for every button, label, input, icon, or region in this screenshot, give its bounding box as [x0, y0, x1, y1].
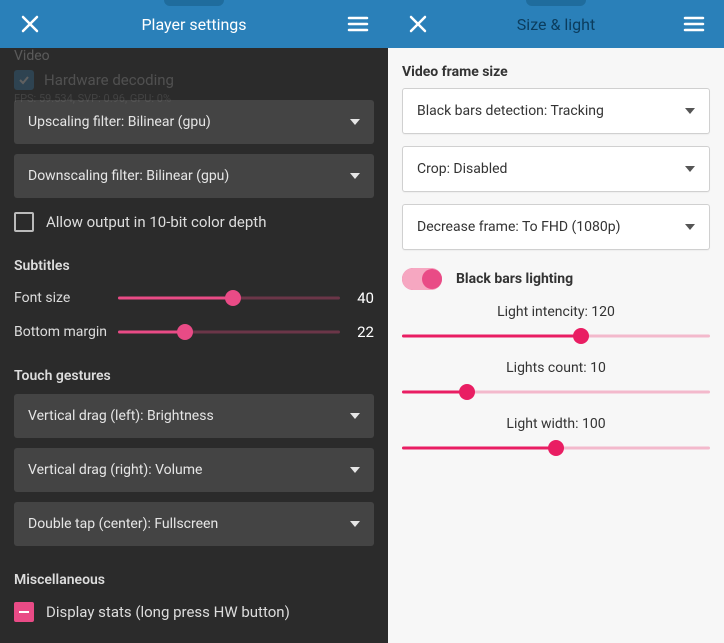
dropdown-label: Double tap (center): Fullscreen: [28, 516, 218, 532]
dropdown-label: Crop: Disabled: [417, 161, 507, 177]
touch-section-title: Touch gestures: [14, 368, 374, 384]
lights-count-slider[interactable]: [402, 382, 710, 402]
light-width-slider[interactable]: [402, 438, 710, 458]
upscaling-dropdown[interactable]: Upscaling filter: Bilinear (gpu): [14, 100, 374, 144]
chevron-down-icon: [685, 224, 695, 230]
checkbox-label: Allow output in 10-bit color depth: [46, 213, 266, 231]
chevron-down-icon: [685, 108, 695, 114]
allow-10bit-checkbox[interactable]: Allow output in 10-bit color depth: [14, 212, 374, 232]
chevron-down-icon: [350, 467, 360, 473]
lights-count-label: Lights count: 10: [402, 360, 710, 376]
close-icon[interactable]: [400, 6, 436, 42]
notch: [526, 0, 586, 6]
toggle-switch: [402, 268, 442, 290]
font-size-slider[interactable]: [118, 288, 340, 308]
downscaling-dropdown[interactable]: Downscaling filter: Bilinear (gpu): [14, 154, 374, 198]
light-intensity-label: Light intencity: 120: [402, 304, 710, 320]
chevron-down-icon: [350, 173, 360, 179]
light-intensity-slider[interactable]: [402, 326, 710, 346]
vertical-drag-right-dropdown[interactable]: Vertical drag (right): Volume: [14, 448, 374, 492]
menu-icon[interactable]: [676, 6, 712, 42]
chevron-down-icon: [350, 119, 360, 125]
right-title: Size & light: [436, 15, 676, 34]
checkbox-checked-icon: [14, 602, 34, 622]
vertical-drag-left-dropdown[interactable]: Vertical drag (left): Brightness: [14, 394, 374, 438]
subtitles-section-title: Subtitles: [14, 258, 374, 274]
frame-size-title: Video frame size: [402, 64, 710, 80]
bottom-margin-label: Bottom margin: [14, 324, 108, 340]
close-icon[interactable]: [12, 6, 48, 42]
bottom-margin-value: 22: [350, 323, 374, 341]
decrease-frame-dropdown[interactable]: Decrease frame: To FHD (1080p): [402, 204, 710, 250]
light-width-label: Light width: 100: [402, 416, 710, 432]
dropdown-label: Upscaling filter: Bilinear (gpu): [28, 114, 211, 130]
player-settings-panel: Player settings Video Hardware decoding …: [0, 0, 388, 643]
font-size-value: 40: [350, 289, 374, 307]
left-title: Player settings: [48, 15, 340, 34]
checkbox-icon: [14, 212, 34, 232]
font-size-label: Font size: [14, 290, 108, 306]
checkbox-label: Display stats (long press HW button): [46, 603, 290, 621]
chevron-down-icon: [685, 166, 695, 172]
black-bars-lighting-toggle[interactable]: Black bars lighting: [402, 268, 710, 290]
size-light-panel: Size & light Video frame size Black bars…: [388, 0, 724, 643]
chevron-down-icon: [350, 413, 360, 419]
toggle-label: Black bars lighting: [456, 271, 573, 287]
dropdown-label: Vertical drag (left): Brightness: [28, 408, 214, 424]
crop-dropdown[interactable]: Crop: Disabled: [402, 146, 710, 192]
display-stats-checkbox[interactable]: Display stats (long press HW button): [14, 602, 374, 622]
dropdown-label: Black bars detection: Tracking: [417, 103, 604, 119]
chevron-down-icon: [350, 521, 360, 527]
double-tap-dropdown[interactable]: Double tap (center): Fullscreen: [14, 502, 374, 546]
misc-section-title: Miscellaneous: [14, 572, 374, 588]
menu-icon[interactable]: [340, 6, 376, 42]
notch: [164, 0, 224, 6]
right-header: Size & light: [388, 0, 724, 48]
faded-background-content: Video Hardware decoding FPS: 59.534, SVP…: [14, 48, 374, 105]
bottom-margin-slider[interactable]: [118, 322, 340, 342]
left-header: Player settings: [0, 0, 388, 48]
dropdown-label: Vertical drag (right): Volume: [28, 462, 202, 478]
dropdown-label: Decrease frame: To FHD (1080p): [417, 219, 620, 235]
dropdown-label: Downscaling filter: Bilinear (gpu): [28, 168, 229, 184]
black-bars-dropdown[interactable]: Black bars detection: Tracking: [402, 88, 710, 134]
